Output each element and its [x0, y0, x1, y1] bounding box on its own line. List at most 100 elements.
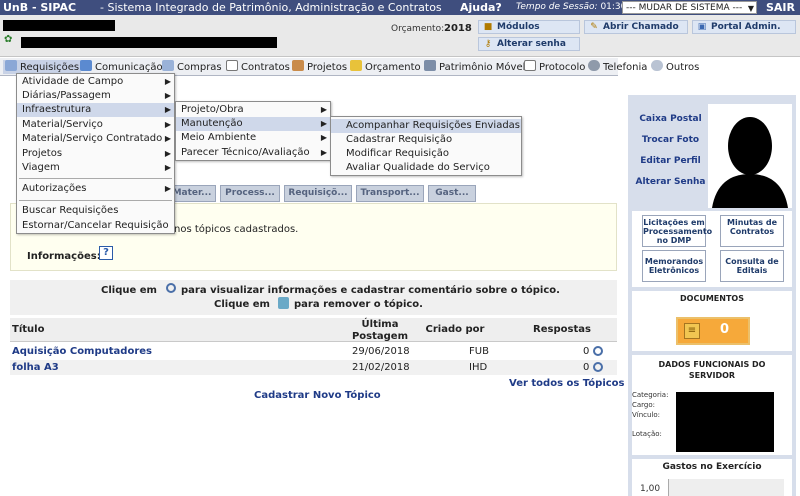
info-label: Informações:	[27, 251, 101, 262]
bids-label: Licitações em Processamento no DMP	[643, 218, 713, 245]
modules-label: Módulos	[497, 22, 540, 32]
contract-drafts-label: Minutas de Contratos	[726, 218, 777, 236]
system-select[interactable]: --- MUDAR DE SISTEMA --- ▼	[622, 1, 757, 14]
chevron-right-icon: ▶	[320, 148, 327, 157]
menu-label: Projetos	[307, 62, 348, 73]
chevron-right-icon: ▶	[320, 105, 327, 114]
field-category: Categoria:	[632, 391, 669, 399]
documents-counter[interactable]: ≡ 0	[676, 317, 750, 345]
chevron-right-icon: ▶	[320, 119, 327, 128]
chevron-down-icon: ▼	[747, 4, 754, 13]
menu-compras[interactable]: Compras	[162, 60, 222, 74]
dd-avaliar-qualidade[interactable]: Avaliar Qualidade do Serviço	[331, 161, 521, 175]
mailbox-link[interactable]: Caixa Postal	[628, 114, 713, 124]
open-ticket-shortcut[interactable]: ✎ Abrir Chamado	[584, 20, 688, 34]
topic-date: 21/02/2018	[352, 362, 410, 373]
dd-atividade-campo[interactable]: Atividade de Campo ▶	[17, 75, 174, 89]
dd-parecer-tecnico[interactable]: Parecer Técnico/Avaliação ▶	[176, 146, 330, 160]
exit-button[interactable]: SAIR	[766, 0, 795, 15]
bids-quick-link[interactable]: Licitações em Processamento no DMP	[642, 215, 712, 247]
menu-patrimonio[interactable]: Patrimônio Móvel	[424, 60, 525, 74]
topic-author: FUB	[469, 346, 489, 357]
memos-quick-link[interactable]: Memorandos Eletrônicos	[642, 250, 706, 282]
topic-title-link[interactable]: folha A3	[12, 360, 59, 375]
dd-label: Acompanhar Requisições Enviadas	[346, 120, 521, 131]
dd-label: Meio Ambiente	[181, 132, 257, 143]
dd-material-contratado[interactable]: Material/Serviço Contratado ▶	[17, 132, 174, 146]
dd-cadastrar-requisicao[interactable]: Cadastrar Requisição	[331, 133, 521, 147]
key-icon: ⚷	[484, 39, 492, 49]
chevron-right-icon: ▶	[164, 105, 171, 114]
dd-label: Modificar Requisição	[346, 148, 449, 159]
tab-processos[interactable]: Process...	[220, 185, 280, 202]
dd-label: Estornar/Cancelar Requisição	[22, 220, 169, 231]
view-topic-icon[interactable]	[593, 346, 603, 356]
user-info-bar: ✿ Orçamento: 2018 ■ Módulos ✎ Abrir Chamad…	[0, 15, 800, 57]
dd-autorizacoes[interactable]: Autorizações ▶	[17, 182, 174, 196]
budget-year: 2018	[444, 23, 472, 34]
tab-gastos[interactable]: Gast...	[428, 185, 476, 202]
new-topic-link[interactable]: Cadastrar Novo Tópico	[254, 390, 381, 401]
documents-count: 0	[720, 322, 730, 337]
dd-infraestrutura[interactable]: Infraestrutura ▶	[17, 103, 174, 117]
edit-profile-link[interactable]: Editar Perfil	[628, 156, 713, 166]
see-all-topics-link[interactable]: Ver todos os Tópicos	[509, 378, 625, 389]
dd-label: Diárias/Passagem	[22, 90, 111, 101]
dd-estornar[interactable]: Estornar/Cancelar Requisição	[17, 219, 174, 233]
menu-label: Compras	[177, 62, 222, 73]
menu-requisicoes[interactable]: Requisições	[3, 60, 82, 74]
change-password-label: Alterar senha	[497, 39, 566, 49]
notices-quick-link[interactable]: Consulta de Editais	[720, 250, 784, 282]
change-password-link[interactable]: Alterar Senha	[628, 177, 713, 187]
modules-shortcut[interactable]: ■ Módulos	[478, 20, 580, 34]
dd-projeto-obra[interactable]: Projeto/Obra ▶	[176, 103, 330, 117]
requests-dropdown: Atividade de Campo ▶ Diárias/Passagem ▶ In…	[16, 73, 175, 234]
dd-meio-ambiente[interactable]: Meio Ambiente ▶	[176, 131, 330, 145]
admin-portal-shortcut[interactable]: ▣ Portal Admin.	[692, 20, 796, 34]
dd-diarias[interactable]: Diárias/Passagem ▶	[17, 89, 174, 103]
menu-comunicacao[interactable]: Comunicação	[80, 60, 163, 74]
chevron-right-icon: ▶	[164, 184, 171, 193]
portal-icon: ▣	[697, 22, 707, 32]
menu-contratos[interactable]: Contratos	[226, 60, 290, 74]
dd-projetos[interactable]: Projetos ▶	[17, 147, 174, 161]
dd-label: Avaliar Qualidade do Serviço	[346, 162, 490, 173]
dd-acompanhar[interactable]: Acompanhar Requisições Enviadas	[331, 119, 521, 133]
menu-telefonia[interactable]: Telefonia	[588, 60, 647, 74]
dd-material-servico[interactable]: Material/Serviço ▶	[17, 118, 174, 132]
help-icon[interactable]: ?	[99, 246, 113, 260]
change-photo-link[interactable]: Trocar Foto	[628, 135, 713, 145]
hint-line-2-start: Clique em	[214, 299, 270, 310]
dd-label: Autorizações	[22, 183, 87, 194]
topic-title-link[interactable]: Aquisição Computadores	[12, 344, 152, 359]
change-password-shortcut[interactable]: ⚷ Alterar senha	[478, 37, 580, 51]
menu-label: Outros	[666, 62, 700, 73]
menu-orcamento[interactable]: Orçamento	[350, 60, 421, 74]
contract-drafts-quick-link[interactable]: Minutas de Contratos	[720, 215, 784, 247]
notices-label: Consulta de Editais	[725, 257, 779, 275]
menu-projetos[interactable]: Projetos	[292, 60, 347, 74]
dd-divider	[19, 200, 172, 201]
dd-viagem[interactable]: Viagem ▶	[17, 161, 174, 175]
menu-label: Orçamento	[365, 62, 421, 73]
document-icon	[226, 60, 238, 71]
chevron-right-icon: ▶	[164, 149, 171, 158]
menu-protocolo[interactable]: Protocolo	[524, 60, 585, 74]
menu-label: Patrimônio Móvel	[439, 62, 526, 73]
help-link[interactable]: Ajuda?	[460, 0, 502, 15]
dd-buscar[interactable]: Buscar Requisições	[17, 204, 174, 218]
system-name: - Sistema Integrado de Patrimônio, Admin…	[100, 1, 442, 14]
dd-modificar-requisicao[interactable]: Modificar Requisição	[331, 147, 521, 161]
tab-requisicoes[interactable]: Requisiçõ...	[284, 185, 352, 202]
tab-transporte[interactable]: Transport...	[356, 185, 424, 202]
cart-icon	[162, 60, 174, 71]
menu-outros[interactable]: Outros	[651, 60, 699, 74]
tab-material[interactable]: Mater...	[168, 185, 216, 202]
menu-label: Protocolo	[539, 62, 586, 73]
dd-label: Cadastrar Requisição	[346, 134, 453, 145]
trash-icon	[278, 297, 289, 309]
dd-label: Buscar Requisições	[22, 205, 119, 216]
dd-manutencao[interactable]: Manutenção ▶	[176, 117, 330, 131]
search-icon	[651, 60, 663, 71]
view-topic-icon[interactable]	[593, 362, 603, 372]
